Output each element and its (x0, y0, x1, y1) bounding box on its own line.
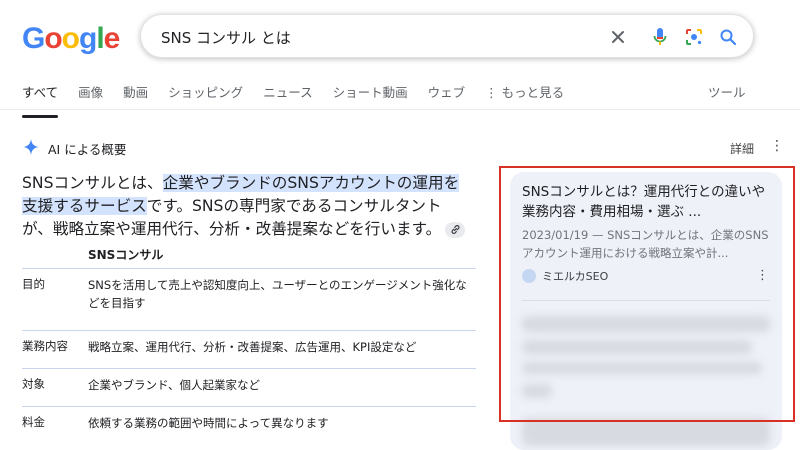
table-key: 料金 (22, 415, 45, 429)
table-value: 企業やブランド、個人起業家など (88, 378, 261, 392)
lens-icon[interactable] (681, 24, 707, 50)
table-row: 業務内容 戦略立案、運用代行、分析・改善提案、広告運用、KPI設定など (22, 330, 476, 368)
tab-more-label: もっと見る (501, 85, 565, 100)
google-logo[interactable]: Google (22, 22, 120, 56)
more-options-icon[interactable]: ⋮ (770, 138, 784, 154)
table-key: 対象 (22, 377, 45, 391)
tab-short-videos[interactable]: ショート動画 (333, 82, 408, 108)
search-box[interactable]: SNS コンサル とは (140, 14, 754, 58)
tab-all[interactable]: すべて (22, 82, 59, 118)
table-key: 目的 (22, 277, 45, 291)
highlight-frame (499, 166, 795, 422)
table-value: 戦略立案、運用代行、分析・改善提案、広告運用、KPI設定など (88, 340, 417, 354)
tab-news[interactable]: ニュース (263, 82, 312, 108)
tab-shopping[interactable]: ショッピング (168, 82, 243, 108)
clear-icon[interactable] (605, 24, 631, 50)
details-button[interactable]: 詳細 (730, 140, 754, 157)
tab-images[interactable]: 画像 (78, 82, 103, 108)
table-row: 料金 依頼する業務の範囲や時間によって異なります (22, 406, 476, 444)
tab-web[interactable]: ウェブ (428, 82, 466, 108)
ai-overview-header: AI による概要 (22, 138, 126, 159)
search-tabs: すべて 画像 動画 ショッピング ニュース ショート動画 ウェブ ⋮ もっと見る (22, 82, 584, 118)
table-row: 対象 企業やブランド、個人起業家など (22, 368, 476, 406)
table-row: 目的 SNSを活用して売上や認知度向上、ユーザーとのエンゲージメント強化などを目… (22, 268, 476, 330)
blurred-content (522, 418, 770, 446)
ai-summary: SNSコンサルとは、企業やブランドのSNSアカウントの運用を支援するサービスです… (22, 172, 472, 241)
link-chip[interactable] (445, 221, 466, 238)
search-input[interactable]: SNS コンサル とは (161, 27, 291, 48)
tools-button[interactable]: ツール (708, 82, 746, 101)
microphone-icon[interactable] (647, 24, 673, 50)
summary-table: SNSコンサル 目的 SNSを活用して売上や認知度向上、ユーザーとのエンゲージメ… (22, 238, 476, 444)
table-header: SNSコンサル (88, 248, 164, 262)
search-icon[interactable] (715, 24, 741, 50)
link-icon (451, 225, 460, 234)
ai-sparkle-icon (22, 138, 40, 159)
table-key: 業務内容 (22, 339, 68, 353)
ai-overview-title: AI による概要 (48, 142, 127, 157)
summary-lead: SNSコンサルとは、 (22, 174, 163, 192)
table-value: SNSを活用して売上や認知度向上、ユーザーとのエンゲージメント強化などを目指す (88, 278, 467, 310)
tab-more[interactable]: ⋮ もっと見る (485, 82, 564, 108)
table-value: 依頼する業務の範囲や時間によって異なります (88, 416, 329, 430)
tabs-divider (0, 109, 800, 110)
more-vert-icon: ⋮ (485, 85, 498, 100)
tab-videos[interactable]: 動画 (123, 82, 148, 108)
